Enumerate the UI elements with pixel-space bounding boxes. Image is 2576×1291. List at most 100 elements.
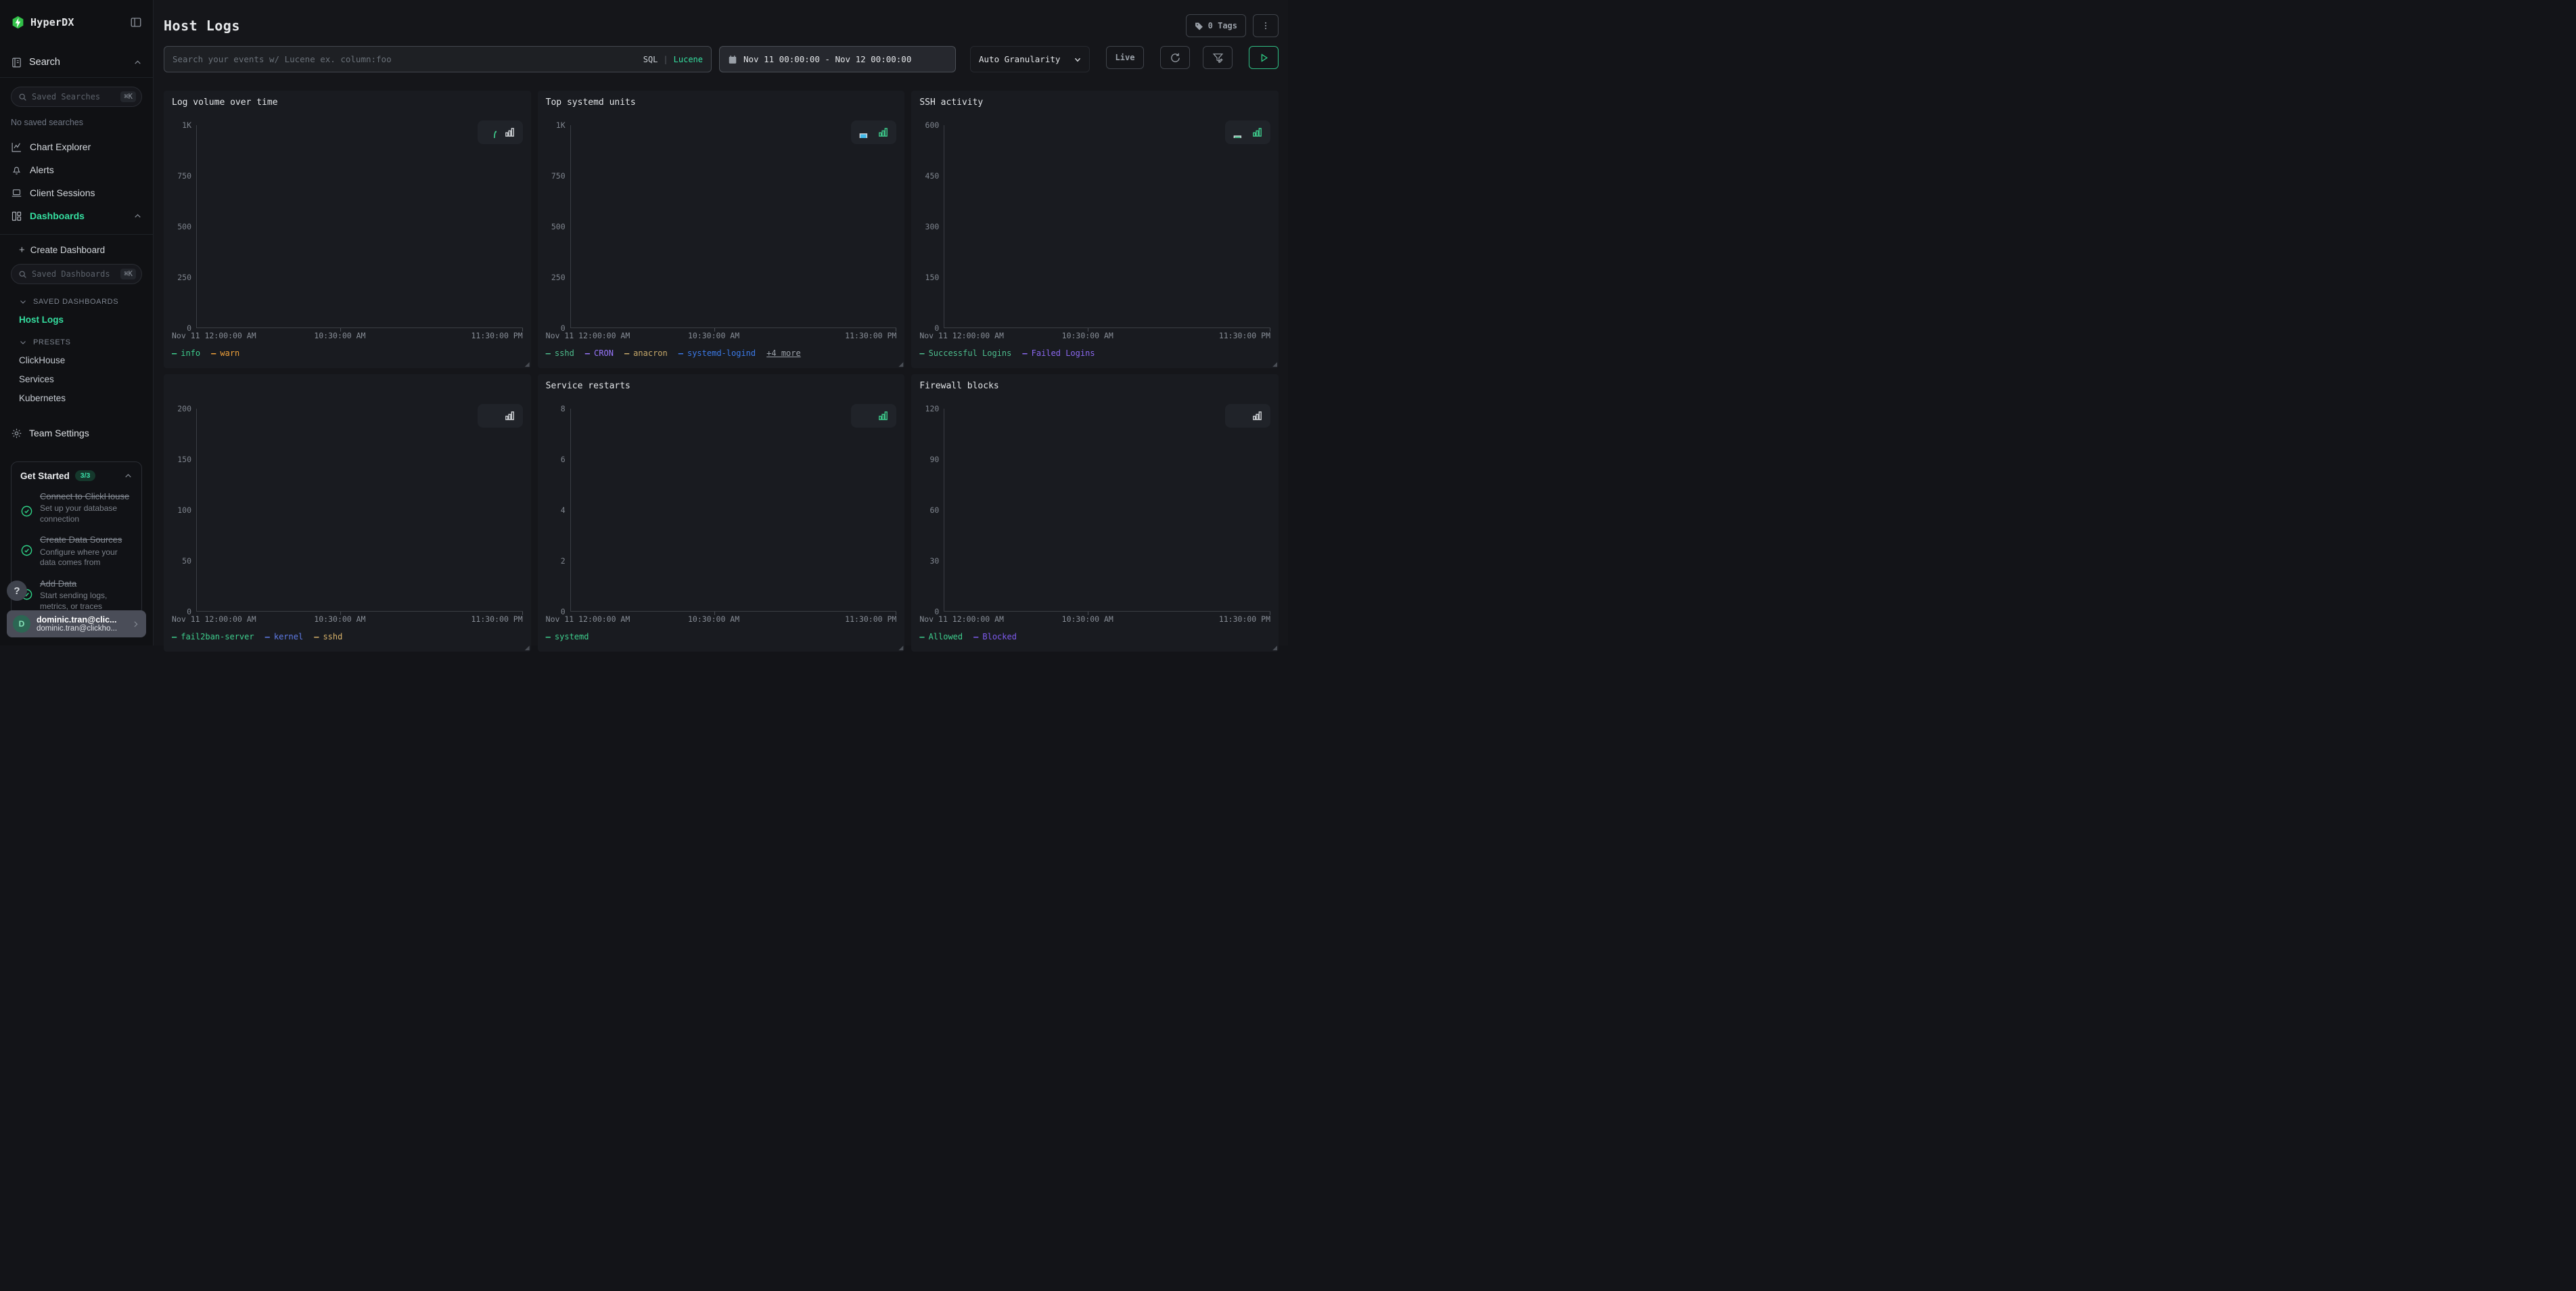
chevron-down-icon bbox=[19, 338, 27, 346]
chart-type-toggle[interactable] bbox=[851, 120, 896, 144]
sidebar-dashboard-host-logs[interactable]: Host Logs bbox=[11, 315, 142, 325]
resize-handle[interactable]: ◢ bbox=[898, 361, 903, 368]
sidebar-dashboard-services[interactable]: Services bbox=[11, 374, 142, 384]
bar-chart-toggle-icon[interactable] bbox=[504, 410, 515, 422]
create-dashboard-button[interactable]: + Create Dashboard bbox=[11, 239, 142, 261]
chart-legend[interactable]: —sshd —CRON —anacron —systemd-logind +4 more bbox=[546, 348, 897, 358]
line-chart-toggle-icon[interactable] bbox=[485, 127, 497, 138]
chart-type-toggle[interactable] bbox=[1225, 120, 1270, 144]
help-button[interactable]: ? bbox=[7, 581, 27, 601]
legend-item[interactable]: —Failed Logins bbox=[1022, 348, 1095, 358]
legend-item[interactable]: —fail2ban-server bbox=[172, 632, 254, 641]
legend-item[interactable]: —Successful Logins bbox=[919, 348, 1011, 358]
group-caption[interactable]: PRESETS bbox=[11, 338, 142, 346]
legend-item[interactable]: —Allowed bbox=[919, 632, 963, 641]
sidebar-item-alerts[interactable]: Alerts bbox=[11, 158, 142, 181]
chart-canvas[interactable] bbox=[571, 125, 897, 327]
chart-canvas[interactable] bbox=[197, 125, 523, 327]
chart-legend[interactable]: —systemd bbox=[546, 632, 897, 641]
group-caption[interactable]: SAVED DASHBOARDS bbox=[11, 298, 142, 306]
bar-chart-toggle-icon[interactable] bbox=[1251, 410, 1263, 422]
legend-item[interactable]: —CRON bbox=[585, 348, 614, 358]
date-range-picker[interactable] bbox=[719, 46, 956, 72]
sidebar-item-dashboards[interactable]: Dashboards bbox=[11, 204, 142, 227]
sidebar-item-client-sessions[interactable]: Client Sessions bbox=[11, 181, 142, 204]
sidebar-section-search[interactable]: Search bbox=[11, 54, 142, 70]
line-chart-toggle-icon[interactable] bbox=[1233, 410, 1244, 422]
line-chart-toggle-icon[interactable] bbox=[858, 410, 870, 422]
legend-item[interactable]: —sshd bbox=[314, 632, 342, 641]
saved-dashboards-input[interactable]: ⌘K bbox=[11, 264, 142, 284]
chart-legend[interactable]: —fail2ban-server —kernel —sshd bbox=[172, 632, 523, 641]
tags-button[interactable]: 0 Tags bbox=[1186, 14, 1246, 37]
bar-chart-toggle-icon[interactable] bbox=[877, 127, 889, 138]
chart-plot[interactable] bbox=[944, 125, 1270, 328]
chart-type-toggle[interactable] bbox=[1225, 404, 1270, 428]
chart-type-toggle[interactable] bbox=[478, 404, 523, 428]
check-circle-icon bbox=[20, 505, 33, 518]
chart-canvas[interactable] bbox=[944, 125, 1270, 327]
chevron-up-icon[interactable] bbox=[124, 472, 133, 480]
resize-handle[interactable]: ◢ bbox=[898, 644, 903, 652]
get-started-item[interactable]: Create Data SourcesConfigure where your … bbox=[20, 535, 133, 568]
chart-plot[interactable] bbox=[570, 409, 897, 612]
lucene-mode-toggle[interactable]: Lucene bbox=[674, 55, 703, 64]
legend-item[interactable]: —systemd bbox=[546, 632, 589, 641]
event-search-input[interactable]: SQL | Lucene bbox=[164, 46, 712, 72]
chart-canvas[interactable] bbox=[571, 409, 897, 611]
chart-type-toggle[interactable] bbox=[478, 120, 523, 144]
legend-item[interactable]: —systemd-logind bbox=[678, 348, 756, 358]
logo[interactable]: HyperDX bbox=[11, 14, 142, 31]
sidebar-dashboard-kubernetes[interactable]: Kubernetes bbox=[11, 393, 142, 403]
more-options-button[interactable] bbox=[1253, 14, 1279, 37]
run-query-button[interactable] bbox=[1249, 46, 1279, 69]
search-section-icon bbox=[11, 57, 22, 68]
y-axis: 1K7505002500 bbox=[172, 125, 196, 328]
legend-item[interactable]: —Blocked bbox=[973, 632, 1017, 641]
legend-item[interactable]: —sshd bbox=[546, 348, 574, 358]
sidebar-item-label: Dashboards bbox=[30, 210, 133, 221]
chart-plot[interactable] bbox=[570, 125, 897, 328]
filter-button[interactable] bbox=[1203, 46, 1233, 69]
user-menu[interactable]: D dominic.tran@clic... dominic.tran@clic… bbox=[7, 610, 146, 637]
chart-panel-4: 200150100500 Nov 11 12:00:00 AM10:30:00 … bbox=[164, 374, 531, 652]
bar-chart-toggle-icon[interactable] bbox=[504, 127, 515, 138]
chart-legend[interactable]: —Successful Logins —Failed Logins bbox=[919, 348, 1270, 358]
get-started-item[interactable]: Add DataStart sending logs, metrics, or … bbox=[20, 579, 133, 612]
refresh-button[interactable] bbox=[1160, 46, 1190, 69]
bar-chart-toggle-icon[interactable] bbox=[1251, 127, 1263, 138]
sidebar-item-team-settings[interactable]: Team Settings bbox=[11, 425, 142, 441]
sidebar-item-chart-explorer[interactable]: Chart Explorer bbox=[11, 135, 142, 158]
granularity-select[interactable]: Auto Granularity bbox=[970, 46, 1090, 72]
line-chart-toggle-icon[interactable] bbox=[485, 410, 497, 422]
chart-plot[interactable] bbox=[944, 409, 1270, 612]
resize-handle[interactable]: ◢ bbox=[525, 361, 530, 368]
get-started-item[interactable]: Connect to ClickHouseSet up your databas… bbox=[20, 491, 133, 524]
live-button[interactable]: Live bbox=[1106, 46, 1144, 69]
chart-type-toggle[interactable] bbox=[851, 404, 896, 428]
chart-legend[interactable]: —info —warn bbox=[172, 348, 523, 358]
chart-plot[interactable] bbox=[196, 409, 523, 612]
legend-item[interactable]: —kernel bbox=[265, 632, 304, 641]
legend-item[interactable]: —info bbox=[172, 348, 200, 358]
x-axis: Nov 11 12:00:00 AM10:30:00 AM11:30:00 PM bbox=[172, 331, 523, 344]
resize-handle[interactable]: ◢ bbox=[525, 644, 530, 652]
sql-mode-toggle[interactable]: SQL bbox=[643, 55, 658, 64]
legend-more-link[interactable]: +4 more bbox=[766, 348, 801, 358]
resize-handle[interactable]: ◢ bbox=[1272, 361, 1277, 368]
legend-item[interactable]: —warn bbox=[211, 348, 239, 358]
chevron-up-icon[interactable] bbox=[133, 58, 142, 67]
sidebar-dashboard-clickhouse[interactable]: ClickHouse bbox=[11, 355, 142, 365]
tag-icon bbox=[1195, 22, 1203, 30]
line-chart-toggle-icon[interactable] bbox=[858, 127, 870, 138]
bar-chart-toggle-icon[interactable] bbox=[877, 410, 889, 422]
resize-handle[interactable]: ◢ bbox=[1272, 644, 1277, 652]
chart-canvas[interactable] bbox=[197, 409, 523, 611]
legend-item[interactable]: —anacron bbox=[624, 348, 668, 358]
chart-canvas[interactable] bbox=[944, 409, 1270, 611]
collapse-sidebar-icon[interactable] bbox=[130, 16, 142, 28]
line-chart-toggle-icon[interactable] bbox=[1233, 127, 1244, 138]
chart-legend[interactable]: —Allowed —Blocked bbox=[919, 632, 1270, 641]
chart-plot[interactable] bbox=[196, 125, 523, 328]
saved-searches-input[interactable]: ⌘K bbox=[11, 87, 142, 107]
